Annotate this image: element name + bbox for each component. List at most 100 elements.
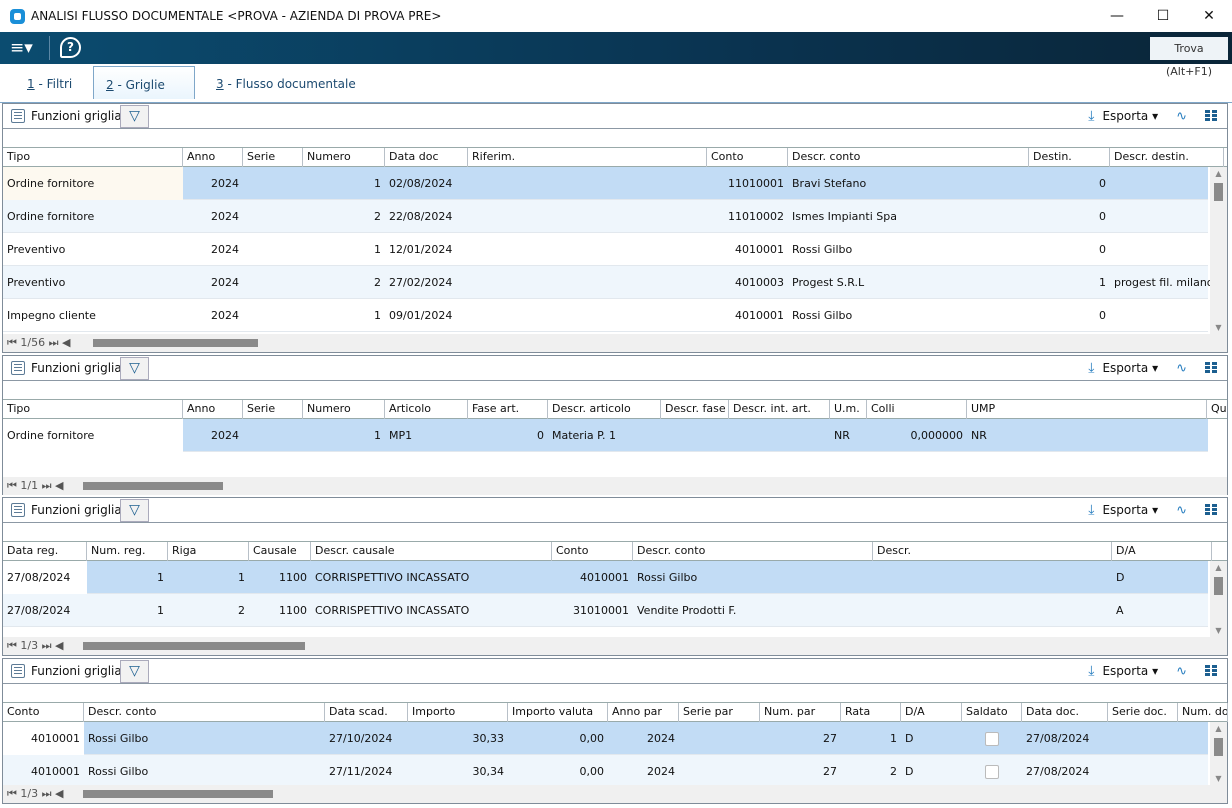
vertical-scrollbar[interactable]: ▲ ▼ <box>1210 167 1227 334</box>
table-cell[interactable]: 2024 <box>183 233 243 266</box>
table-cell[interactable] <box>243 167 303 200</box>
saldato-checkbox[interactable] <box>962 755 1022 788</box>
table-cell[interactable] <box>873 561 1112 594</box>
table-cell[interactable]: 2 <box>168 594 249 627</box>
last-page-icon[interactable]: ⏭ <box>49 336 59 349</box>
table-cell[interactable]: 0,00 <box>508 755 608 788</box>
tab-filtri[interactable]: 1 - Filtri <box>15 71 84 103</box>
column-header[interactable]: Anno par <box>608 703 679 722</box>
table-cell[interactable]: 2 <box>303 200 385 233</box>
download-icon[interactable]: ⤓ <box>1088 108 1094 124</box>
scroll-left-icon[interactable]: ◀ <box>62 336 70 349</box>
table-cell[interactable] <box>1110 299 1224 332</box>
column-header[interactable]: Articolo <box>385 400 468 419</box>
column-header[interactable]: Conto <box>707 148 788 167</box>
column-header[interactable]: Descr. <box>873 542 1112 561</box>
table-cell[interactable]: 4010001 <box>552 561 633 594</box>
close-button[interactable]: ✕ <box>1186 0 1232 32</box>
horizontal-scrollbar[interactable] <box>83 482 223 490</box>
grid-layout-icon[interactable] <box>1205 665 1217 677</box>
table-cell[interactable]: 2024 <box>183 266 243 299</box>
table-cell[interactable]: D <box>901 755 962 788</box>
table-cell[interactable]: 27 <box>760 755 841 788</box>
table-cell[interactable] <box>243 299 303 332</box>
table-cell[interactable]: 1 <box>168 561 249 594</box>
table-cell[interactable]: Bravi Stefano <box>788 167 1029 200</box>
table-cell[interactable]: 27 <box>760 722 841 755</box>
table-cell[interactable]: 1 <box>87 594 168 627</box>
table-cell[interactable] <box>661 419 729 452</box>
grid-layout-icon[interactable] <box>1205 362 1217 374</box>
column-header[interactable]: Fase art. <box>468 400 548 419</box>
download-icon[interactable]: ⤓ <box>1088 502 1094 518</box>
column-header[interactable]: Riferim. <box>468 148 707 167</box>
column-header[interactable]: Saldato <box>962 703 1022 722</box>
table-cell[interactable]: 2024 <box>183 167 243 200</box>
table-cell[interactable]: 4010001 <box>707 299 788 332</box>
table-cell[interactable] <box>243 233 303 266</box>
tab-griglie[interactable]: 2 - Griglie <box>93 66 195 99</box>
table-cell[interactable]: 1 <box>303 233 385 266</box>
column-header[interactable]: Data doc <box>385 148 468 167</box>
export-button[interactable]: Esporta ▾ <box>1102 664 1158 678</box>
column-header[interactable]: Serie par <box>679 703 760 722</box>
column-header[interactable]: Numero <box>303 148 385 167</box>
table-cell[interactable]: 12/01/2024 <box>385 233 468 266</box>
table-cell[interactable]: Ismes Impianti Spa <box>788 200 1029 233</box>
filter-icon[interactable]: ▽ <box>120 660 149 683</box>
column-header[interactable]: Anno <box>183 400 243 419</box>
export-button[interactable]: Esporta ▾ <box>1102 503 1158 517</box>
chart-icon[interactable]: ∿ <box>1176 109 1187 124</box>
scroll-down-icon[interactable]: ▼ <box>1210 626 1227 635</box>
table-cell[interactable]: Ordine fornitore <box>3 167 183 200</box>
column-header[interactable]: Descr. conto <box>84 703 325 722</box>
table-cell[interactable]: D <box>901 722 962 755</box>
minimize-button[interactable]: — <box>1094 0 1140 32</box>
horizontal-scrollbar[interactable] <box>83 642 305 650</box>
column-header[interactable]: Anno <box>183 148 243 167</box>
table-row[interactable]: 27/08/2024 1 1 1100 CORRISPETTIVO INCASSATO 4… <box>3 561 1208 594</box>
table-cell[interactable]: D <box>1112 561 1212 594</box>
column-header[interactable]: Data doc. <box>1022 703 1108 722</box>
column-header[interactable]: Importo valuta <box>508 703 608 722</box>
grid-functions-button[interactable]: Funzioni griglia <box>11 109 122 123</box>
table-cell[interactable]: 27/08/2024 <box>3 561 87 594</box>
column-header[interactable]: Colli <box>867 400 967 419</box>
table-cell[interactable]: 2024 <box>608 755 679 788</box>
table-cell[interactable]: Progest S.R.L <box>788 266 1029 299</box>
table-cell[interactable]: NR <box>967 419 1207 452</box>
table-cell[interactable]: 27/02/2024 <box>385 266 468 299</box>
table-cell[interactable]: progest fil. milano <box>1110 266 1224 299</box>
table-cell[interactable]: 27/08/2024 <box>1022 755 1108 788</box>
table-cell[interactable]: Ordine fornitore <box>3 200 183 233</box>
table-cell[interactable]: 30,33 <box>408 722 508 755</box>
column-header[interactable]: Tipo <box>3 148 183 167</box>
download-icon[interactable]: ⤓ <box>1088 663 1094 679</box>
table-cell[interactable]: 22/08/2024 <box>385 200 468 233</box>
table-cell[interactable]: Materia P. 1 <box>548 419 661 452</box>
table-cell[interactable]: 2024 <box>608 722 679 755</box>
column-header[interactable]: Num. reg. <box>87 542 168 561</box>
table-cell[interactable]: 09/01/2024 <box>385 299 468 332</box>
help-icon[interactable]: ? <box>60 37 81 58</box>
column-header[interactable]: Riga <box>168 542 249 561</box>
table-cell[interactable]: 2024 <box>183 200 243 233</box>
table-row[interactable]: Ordine fornitore 2024 2 22/08/2024 11010002 I… <box>3 200 1208 233</box>
filter-icon[interactable]: ▽ <box>120 357 149 380</box>
table-cell[interactable]: 1 <box>841 722 901 755</box>
vertical-scrollbar[interactable]: ▲ ▼ <box>1210 561 1227 637</box>
table-cell[interactable]: A <box>1112 594 1212 627</box>
checkbox[interactable] <box>985 732 999 746</box>
column-header[interactable]: Destin. <box>1029 148 1110 167</box>
first-page-icon[interactable]: ⏮ <box>7 336 17 349</box>
grid-functions-button[interactable]: Funzioni griglia <box>11 503 122 517</box>
column-header[interactable]: Tipo <box>3 400 183 419</box>
table-cell[interactable]: Preventivo <box>3 266 183 299</box>
table-cell[interactable]: 0 <box>468 419 548 452</box>
table-cell[interactable]: 27/08/2024 <box>1022 722 1108 755</box>
grid-functions-button[interactable]: Funzioni griglia <box>11 664 122 678</box>
table-cell[interactable] <box>468 200 707 233</box>
table-cell[interactable]: 1100 <box>249 561 311 594</box>
column-header[interactable]: Importo <box>408 703 508 722</box>
table-cell[interactable]: Rossi Gilbo <box>788 299 1029 332</box>
